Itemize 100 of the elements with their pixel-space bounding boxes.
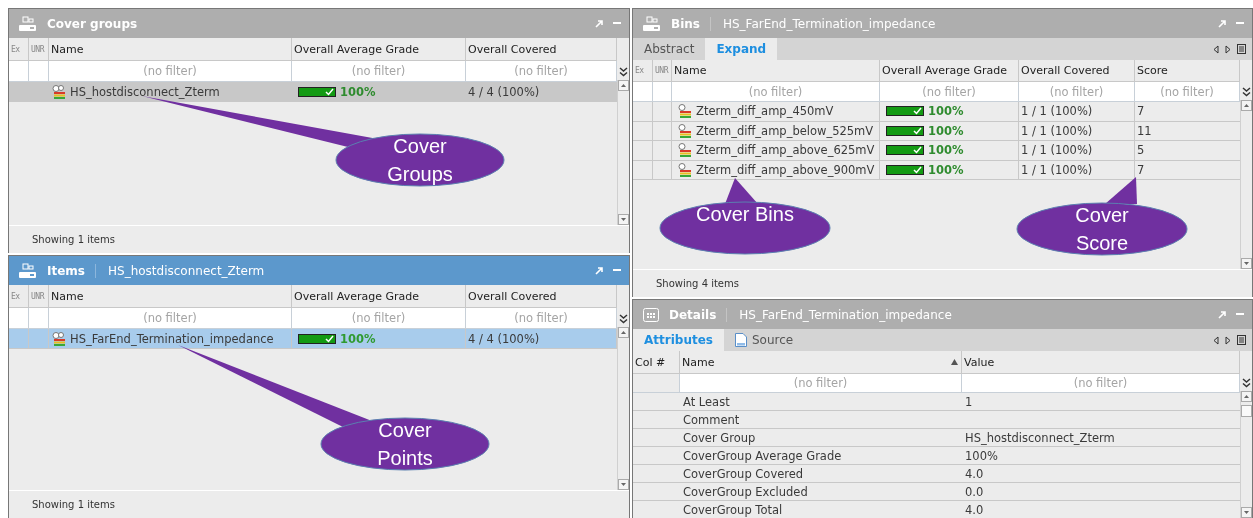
column-header[interactable]: Ex (9, 38, 29, 61)
sort-icon (951, 359, 958, 365)
panel-subtitle: HS_FarEnd_Termination_impedance (726, 307, 952, 322)
grade-text: 100% (928, 163, 964, 178)
table-cell: 1 / 1 (100%) (1019, 102, 1135, 122)
column-header[interactable]: Ex (633, 60, 653, 82)
table-cell[interactable]: HS_FarEnd_Termination_impedance (49, 329, 292, 349)
panel-icon (19, 262, 37, 279)
row-name: Zterm_diff_amp_above_900mV (696, 163, 875, 178)
filter-cell (29, 61, 49, 82)
status-text: Showing 4 items (633, 269, 1252, 297)
previous-icon[interactable] (1213, 335, 1219, 345)
scroll-up-icon[interactable] (1241, 100, 1252, 111)
coverage-icon (678, 123, 692, 138)
column-header[interactable]: Name (680, 351, 962, 374)
panel-title: Bins (671, 16, 700, 31)
coverage-icon (678, 143, 692, 158)
list-icon[interactable] (1237, 44, 1246, 54)
progress-bar (298, 333, 336, 344)
scroll-up-icon[interactable] (618, 327, 629, 338)
column-header[interactable]: Overall Average Grade (292, 38, 466, 61)
list-icon[interactable] (1237, 335, 1246, 345)
column-header[interactable]: Score (1135, 60, 1240, 82)
panel-title: Details (669, 307, 717, 322)
row-name: Zterm_diff_amp_450mV (696, 104, 834, 119)
collapse-icon[interactable] (618, 67, 628, 77)
filter-cell (653, 82, 672, 102)
table-cell[interactable]: Zterm_diff_amp_above_625mV (672, 141, 880, 161)
row-name: HS_hostdisconnect_Zterm (70, 84, 220, 99)
next-icon[interactable] (1225, 44, 1231, 54)
grade-text: 100% (340, 84, 376, 99)
scroll-down-icon[interactable] (618, 479, 629, 490)
collapse-icon[interactable] (1241, 87, 1251, 97)
panel-title: Items (47, 263, 85, 278)
status-text: Showing 1 items (9, 225, 629, 253)
previous-icon[interactable] (1213, 44, 1219, 54)
column-header[interactable]: Name (672, 60, 880, 82)
coverage-icon (678, 163, 692, 178)
column-header[interactable]: Name (49, 38, 292, 61)
scroll-thumb[interactable] (1241, 405, 1252, 417)
table-cell: CoverGroup Excluded (680, 483, 962, 501)
progress-bar (886, 145, 924, 156)
row-name: HS_FarEnd_Termination_impedance (70, 331, 274, 346)
panel-subtitle: HS_hostdisconnect_Zterm (95, 263, 265, 278)
column-header[interactable]: Col # (633, 351, 680, 374)
coverage-icon (52, 84, 66, 99)
grade-text: 100% (928, 143, 964, 158)
scroll-down-icon[interactable] (1241, 507, 1252, 518)
table-cell: 1 / 1 (100%) (1019, 160, 1135, 181)
column-header[interactable]: UNR (29, 38, 49, 61)
filter-cell (9, 61, 29, 82)
filter-cell (9, 308, 29, 329)
table-cell: CoverGroup Covered (680, 465, 962, 483)
progress-bar (886, 106, 924, 117)
document-icon (734, 333, 747, 347)
scroll-down-icon[interactable] (1241, 258, 1252, 269)
grade-text: 100% (928, 104, 964, 119)
table-cell: CoverGroup Average Grade (680, 447, 962, 465)
column-header[interactable]: Name (49, 285, 292, 308)
grade-text: 100% (928, 123, 964, 138)
panel-icon (643, 307, 659, 322)
scroll-down-icon[interactable] (618, 214, 629, 225)
scroll-up-icon[interactable] (618, 80, 629, 91)
row-name: Zterm_diff_amp_above_625mV (696, 143, 875, 158)
row-name: Zterm_diff_amp_below_525mV (696, 123, 874, 138)
column-header[interactable]: Ex (9, 285, 29, 308)
tab[interactable]: Expand (705, 38, 778, 60)
tab[interactable]: Attributes (633, 329, 724, 351)
filter-cell (29, 308, 49, 329)
collapse-icon[interactable] (618, 314, 628, 324)
column-header[interactable]: Overall Average Grade (292, 285, 466, 308)
column-header[interactable]: Overall Covered (1019, 60, 1135, 82)
column-header[interactable]: Overall Covered (466, 38, 617, 61)
scroll-up-icon[interactable] (1241, 391, 1252, 402)
column-header[interactable]: Overall Covered (466, 285, 617, 308)
callout-label: Cover Score (1074, 203, 1130, 256)
column-header[interactable]: Overall Average Grade (880, 60, 1019, 82)
table-cell: HS_hostdisconnect_Zterm (962, 429, 1240, 447)
column-header[interactable]: UNR (29, 285, 49, 308)
collapse-icon[interactable] (1241, 378, 1251, 388)
panel-subtitle: HS_FarEnd_Termination_impedance (709, 16, 936, 31)
table-cell[interactable]: Zterm_diff_amp_450mV (672, 102, 880, 122)
table-cell: 4 / 4 (100%) (466, 329, 617, 349)
minimize-icon[interactable] (613, 269, 621, 272)
table-cell[interactable]: Zterm_diff_amp_above_900mV (672, 160, 880, 181)
table-cell[interactable]: Zterm_diff_amp_below_525mV (672, 121, 880, 142)
table-cell: 4 / 4 (100%) (466, 82, 617, 102)
table-cell (653, 141, 672, 161)
next-icon[interactable] (1225, 335, 1231, 345)
grade-text: 100% (340, 331, 376, 346)
table-cell (29, 329, 49, 349)
table-cell: 1 / 1 (100%) (1019, 141, 1135, 161)
column-header[interactable]: UNR (653, 60, 672, 82)
maximize-icon[interactable] (595, 266, 603, 275)
panel-icon (19, 15, 37, 32)
panel-title: Cover groups (47, 16, 138, 31)
table-cell: 1 / 1 (100%) (1019, 121, 1135, 142)
table-cell[interactable]: HS_hostdisconnect_Zterm (49, 82, 292, 102)
status-text: Showing 1 items (9, 490, 629, 518)
column-header[interactable]: Value (962, 351, 1240, 374)
